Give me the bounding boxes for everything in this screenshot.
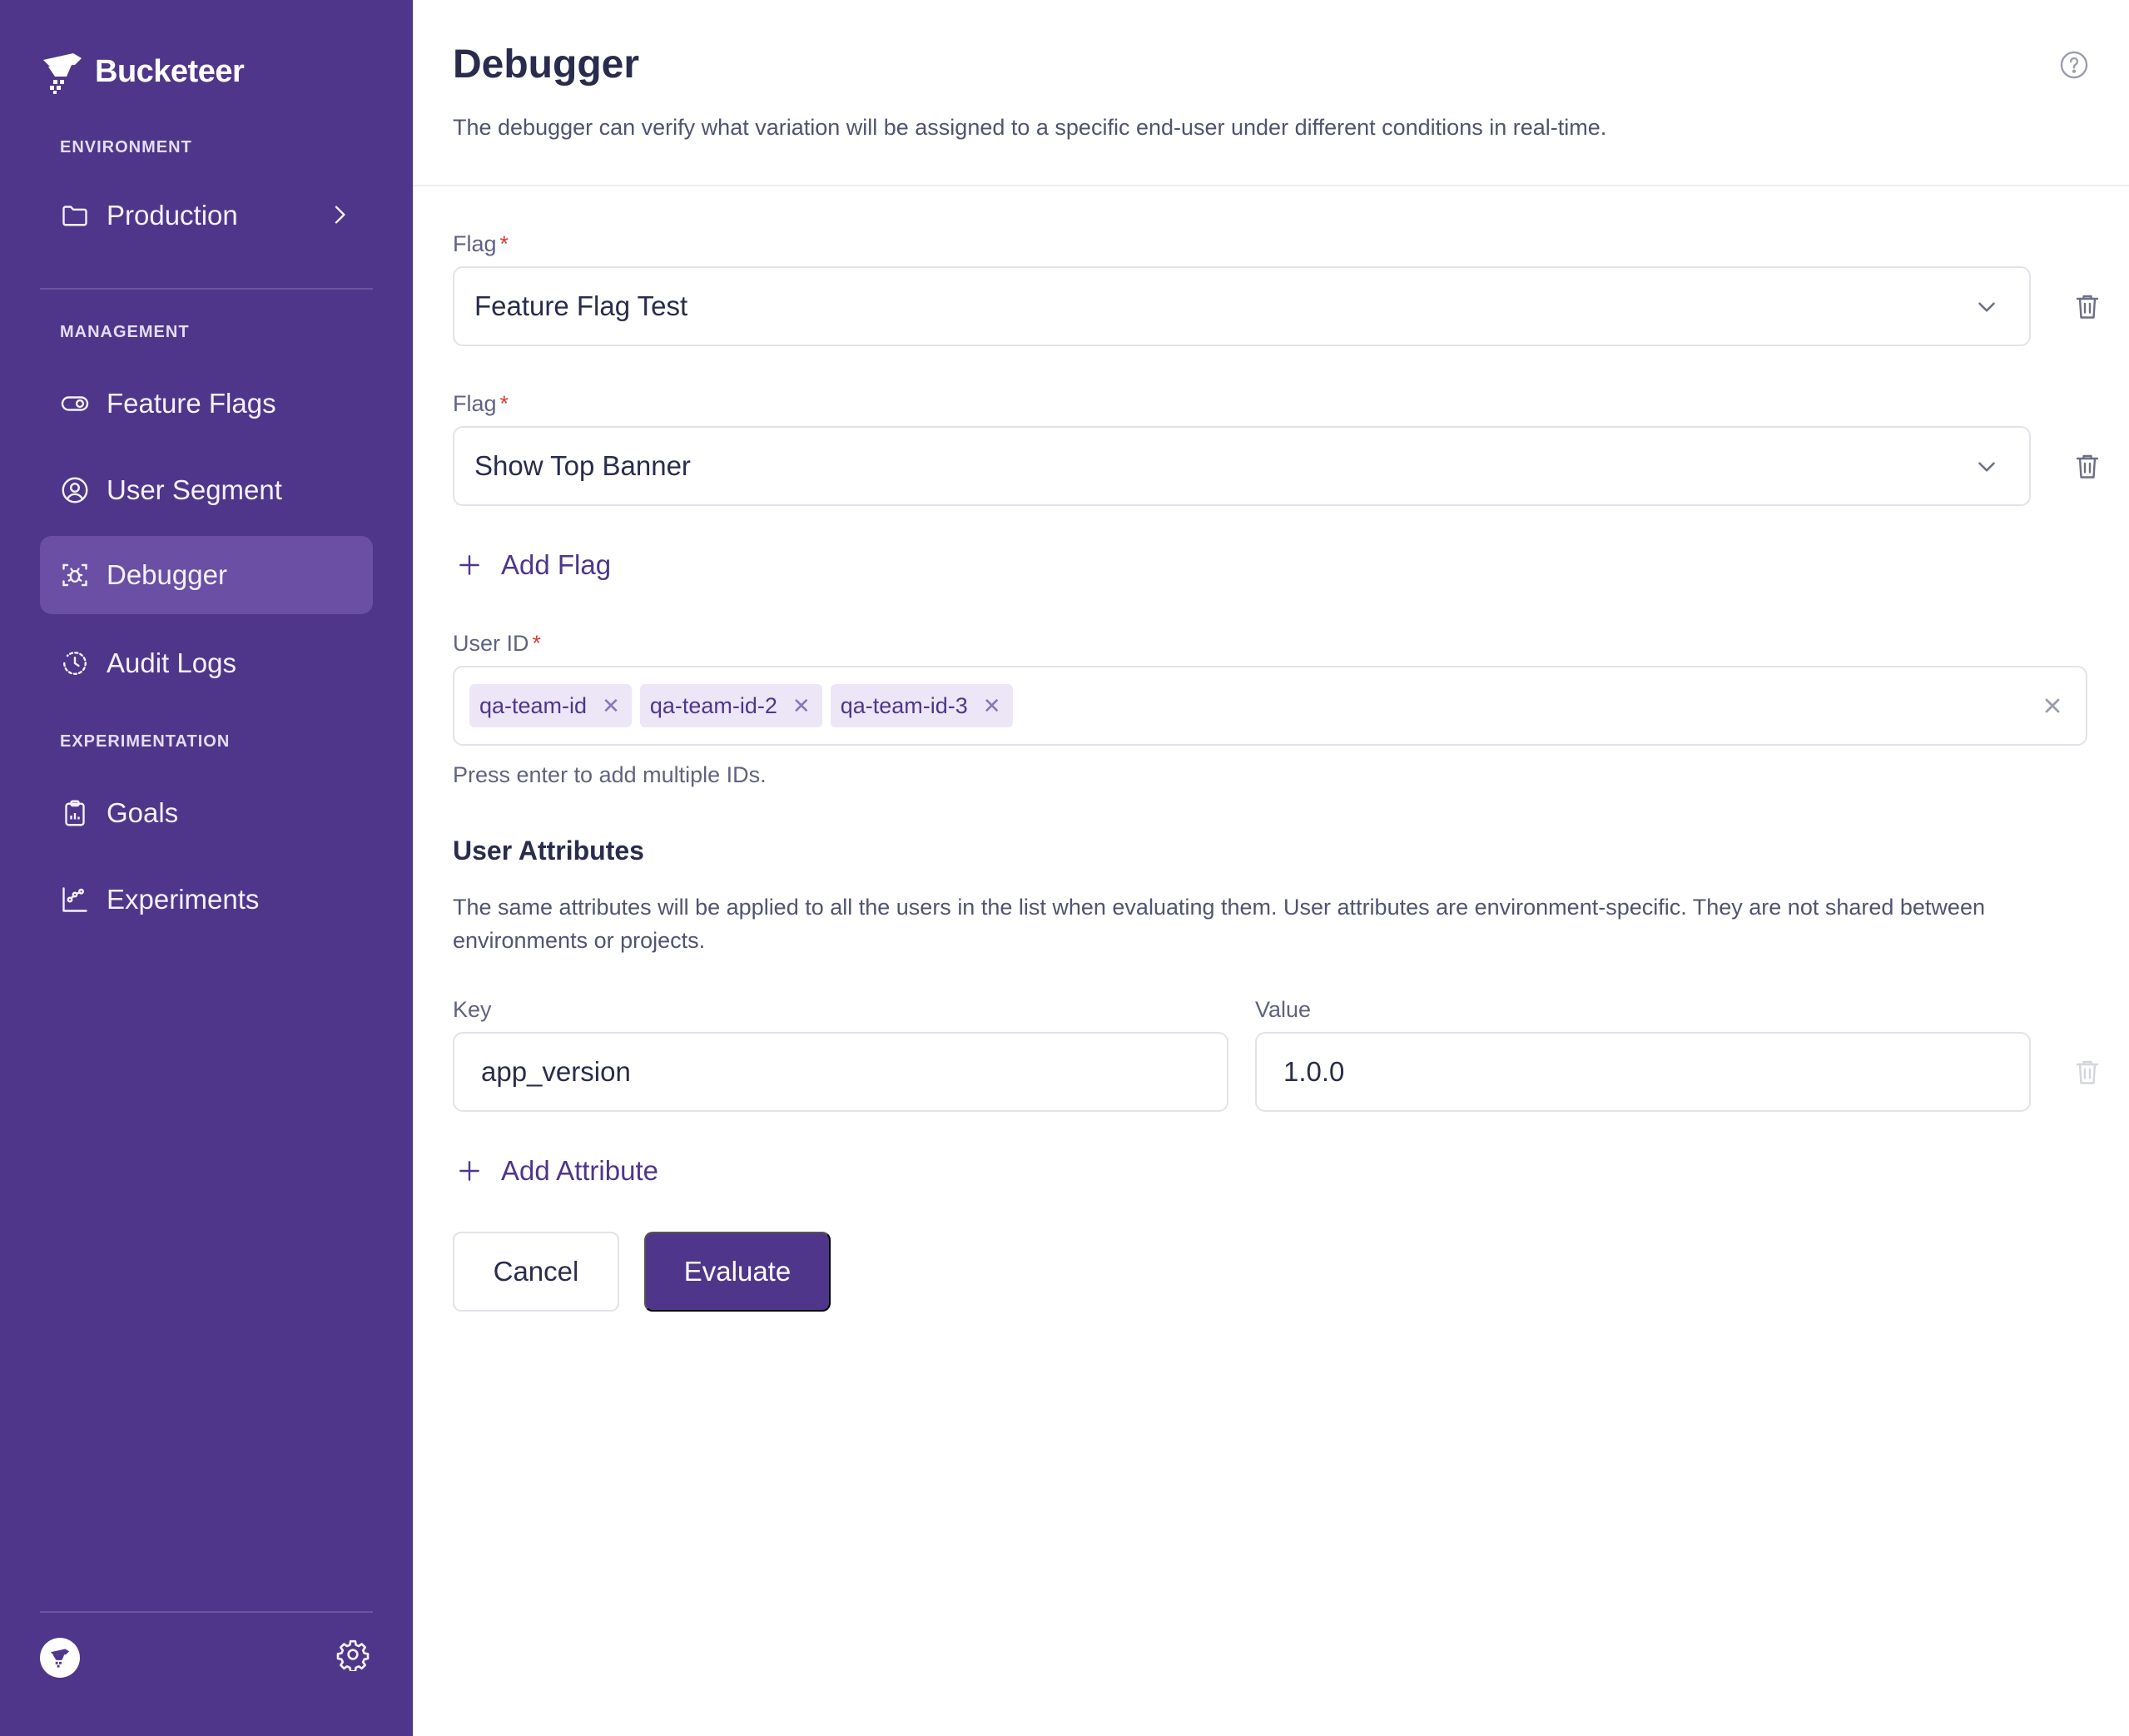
close-icon bbox=[2045, 698, 2060, 713]
user-circle-icon bbox=[60, 475, 90, 505]
user-id-tag-label: qa-team-id-3 bbox=[840, 692, 968, 718]
trash-icon bbox=[2076, 295, 2099, 319]
chevron-right-icon bbox=[326, 201, 353, 232]
remove-flag-button[interactable] bbox=[2071, 290, 2104, 323]
chevron-down-icon bbox=[1973, 453, 2001, 488]
user-id-input[interactable]: qa-team-id ✕ qa-team-id-2 ✕ qa-team-id-3… bbox=[453, 666, 2087, 746]
value-field-label: Value bbox=[1255, 997, 1312, 1022]
settings-button[interactable] bbox=[333, 1634, 373, 1674]
user-id-hint: Press enter to add multiple IDs. bbox=[453, 762, 767, 787]
evaluate-button[interactable]: Evaluate bbox=[644, 1232, 831, 1312]
brand-name: Bucketeer bbox=[95, 53, 245, 89]
bucketeer-logo-icon bbox=[43, 53, 82, 94]
sidebar-divider bbox=[40, 288, 373, 290]
add-attribute-label: Add Attribute bbox=[501, 1155, 658, 1186]
main-content: Debugger The debugger can verify what va… bbox=[413, 0, 2129, 1736]
environment-selector[interactable]: Production bbox=[40, 176, 373, 255]
brand-logo[interactable]: Bucketeer bbox=[38, 48, 245, 95]
plus-icon bbox=[459, 1161, 479, 1181]
chevron-down-icon bbox=[1973, 293, 2001, 328]
page-description: The debugger can verify what variation w… bbox=[453, 115, 1607, 140]
sidebar-item-label: Feature Flags bbox=[107, 388, 276, 419]
help-button[interactable] bbox=[2057, 48, 2091, 82]
avatar[interactable] bbox=[40, 1638, 80, 1678]
add-flag-button[interactable]: Add Flag bbox=[456, 549, 611, 581]
user-attributes-description: The same attributes will be applied to a… bbox=[453, 895, 1985, 953]
flag-select-value: Feature Flag Test bbox=[474, 290, 688, 321]
sidebar-item-label: Goals bbox=[107, 797, 179, 828]
remove-attribute-button[interactable] bbox=[2071, 1055, 2104, 1089]
user-id-label-text: User ID bbox=[453, 631, 529, 656]
bug-icon bbox=[60, 560, 90, 590]
remove-tag-icon[interactable]: ✕ bbox=[792, 693, 811, 719]
sidebar-item-feature-flags[interactable]: Feature Flags bbox=[40, 365, 373, 443]
user-id-tag: qa-team-id-2 ✕ bbox=[639, 684, 822, 727]
sidebar: Bucketeer ENVIRONMENT Production MANAGEM… bbox=[0, 0, 413, 1736]
trash-icon bbox=[2076, 454, 2099, 479]
header-divider bbox=[413, 185, 2129, 186]
key-field-label: Key bbox=[453, 997, 492, 1022]
flag-label-text: Flag bbox=[453, 391, 497, 416]
required-mark: * bbox=[532, 631, 542, 656]
required-mark: * bbox=[499, 391, 509, 416]
history-icon bbox=[60, 648, 90, 678]
attribute-key-value: app_version bbox=[481, 1056, 631, 1087]
sidebar-item-goals[interactable]: Goals bbox=[40, 774, 373, 852]
help-circle-icon bbox=[2060, 51, 2088, 79]
sidebar-item-audit-logs[interactable]: Audit Logs bbox=[40, 624, 373, 702]
sidebar-item-label: Audit Logs bbox=[107, 647, 236, 678]
user-id-tag: qa-team-id-3 ✕ bbox=[830, 684, 1013, 727]
bucketeer-avatar-icon bbox=[50, 1649, 70, 1668]
experimentation-section-label: EXPERIMENTATION bbox=[60, 732, 231, 751]
required-mark: * bbox=[499, 231, 509, 256]
sidebar-item-user-segment[interactable]: User Segment bbox=[40, 451, 373, 529]
user-id-tag: qa-team-id ✕ bbox=[469, 684, 632, 727]
user-id-tag-label: qa-team-id-2 bbox=[649, 692, 777, 718]
attribute-key-input[interactable]: app_version bbox=[453, 1032, 1228, 1112]
toggle-icon bbox=[60, 389, 90, 419]
plus-icon bbox=[459, 555, 479, 575]
flag-field-label: Flag * bbox=[453, 391, 509, 417]
cancel-button[interactable]: Cancel bbox=[453, 1232, 619, 1312]
sidebar-item-label: Debugger bbox=[107, 559, 227, 590]
flag-field-label: Flag * bbox=[453, 231, 509, 257]
clipboard-icon bbox=[60, 798, 90, 828]
attribute-value-input[interactable]: 1.0.0 bbox=[1255, 1032, 2031, 1112]
flag-label-text: Flag bbox=[453, 231, 497, 256]
clear-all-button[interactable] bbox=[2036, 689, 2069, 722]
sidebar-item-debugger[interactable]: Debugger bbox=[40, 536, 373, 614]
sidebar-item-experiments[interactable]: Experiments bbox=[40, 861, 373, 939]
sidebar-bottom-divider bbox=[40, 1611, 373, 1613]
sidebar-item-label: Experiments bbox=[107, 884, 260, 915]
remove-tag-icon[interactable]: ✕ bbox=[602, 693, 620, 719]
attribute-value-value: 1.0.0 bbox=[1283, 1056, 1345, 1087]
environment-name: Production bbox=[107, 200, 238, 231]
management-section-label: MANAGEMENT bbox=[60, 323, 190, 341]
environment-section-label: ENVIRONMENT bbox=[60, 138, 192, 156]
folder-icon bbox=[60, 201, 90, 231]
remove-flag-button[interactable] bbox=[2071, 449, 2104, 483]
trash-icon bbox=[2076, 1060, 2099, 1084]
user-id-tag-label: qa-team-id bbox=[479, 692, 588, 718]
flag-select[interactable]: Feature Flag Test bbox=[453, 266, 2031, 346]
user-id-field-label: User ID * bbox=[453, 631, 541, 657]
sidebar-item-label: User Segment bbox=[107, 474, 282, 505]
add-flag-label: Add Flag bbox=[501, 549, 612, 580]
flag-select[interactable]: Show Top Banner bbox=[453, 426, 2031, 506]
user-attributes-title: User Attributes bbox=[453, 836, 644, 866]
remove-tag-icon[interactable]: ✕ bbox=[983, 693, 1001, 719]
chart-icon bbox=[60, 885, 90, 915]
flag-select-value: Show Top Banner bbox=[474, 450, 691, 481]
gear-icon bbox=[336, 1639, 370, 1671]
page-title: Debugger bbox=[453, 42, 640, 87]
add-attribute-button[interactable]: Add Attribute bbox=[456, 1155, 658, 1187]
